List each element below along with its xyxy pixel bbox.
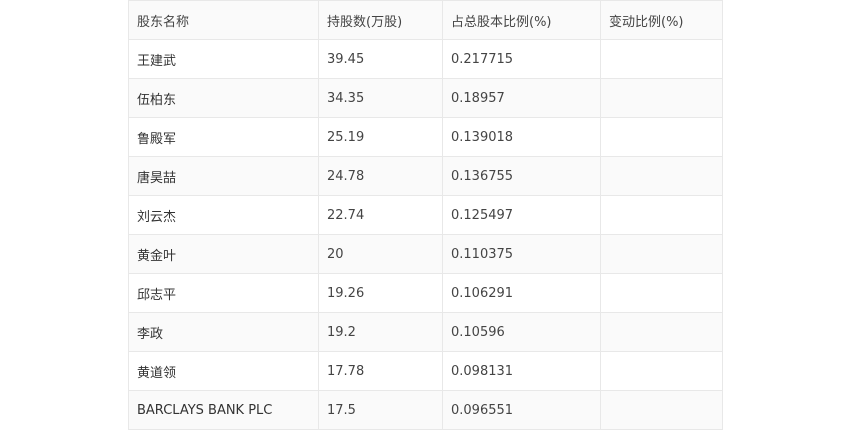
cell-change-ratio bbox=[600, 273, 723, 313]
header-share-ratio: 占总股本比例(%) bbox=[442, 0, 601, 40]
cell-shares-held: 22.74 bbox=[318, 195, 443, 235]
cell-change-ratio bbox=[600, 351, 723, 391]
cell-change-ratio bbox=[600, 117, 723, 157]
cell-shares-held: 17.5 bbox=[318, 390, 443, 430]
table-row: 邱志平 19.26 0.106291 bbox=[128, 273, 723, 313]
cell-share-ratio: 0.125497 bbox=[442, 195, 601, 235]
cell-shareholder-name: 李政 bbox=[128, 312, 319, 352]
cell-shareholder-name: 鲁殿军 bbox=[128, 117, 319, 157]
cell-share-ratio: 0.098131 bbox=[442, 351, 601, 391]
header-change-ratio: 变动比例(%) bbox=[600, 0, 723, 40]
cell-shareholder-name: 唐昊喆 bbox=[128, 156, 319, 196]
table-row: 鲁殿军 25.19 0.139018 bbox=[128, 117, 723, 157]
cell-shareholder-name: BARCLAYS BANK PLC bbox=[128, 390, 319, 430]
cell-shareholder-name: 伍柏东 bbox=[128, 78, 319, 118]
cell-shareholder-name: 黄道领 bbox=[128, 351, 319, 391]
table-row: 王建武 39.45 0.217715 bbox=[128, 39, 723, 79]
cell-share-ratio: 0.136755 bbox=[442, 156, 601, 196]
cell-change-ratio bbox=[600, 312, 723, 352]
cell-share-ratio: 0.10596 bbox=[442, 312, 601, 352]
cell-shares-held: 24.78 bbox=[318, 156, 443, 196]
cell-shares-held: 19.2 bbox=[318, 312, 443, 352]
cell-change-ratio bbox=[600, 78, 723, 118]
table-header: 股东名称 持股数(万股) 占总股本比例(%) 变动比例(%) bbox=[128, 0, 723, 40]
table-row: 伍柏东 34.35 0.18957 bbox=[128, 78, 723, 118]
header-shares-held: 持股数(万股) bbox=[318, 0, 443, 40]
table-row: 李政 19.2 0.10596 bbox=[128, 312, 723, 352]
cell-shares-held: 25.19 bbox=[318, 117, 443, 157]
cell-shareholder-name: 邱志平 bbox=[128, 273, 319, 313]
cell-share-ratio: 0.217715 bbox=[442, 39, 601, 79]
cell-shareholder-name: 黄金叶 bbox=[128, 234, 319, 274]
table-row: 黄金叶 20 0.110375 bbox=[128, 234, 723, 274]
table-row: 黄道领 17.78 0.098131 bbox=[128, 351, 723, 391]
table-body: 王建武 39.45 0.217715 伍柏东 34.35 0.18957 鲁殿军… bbox=[128, 39, 723, 430]
cell-change-ratio bbox=[600, 156, 723, 196]
shareholder-table: 股东名称 持股数(万股) 占总股本比例(%) 变动比例(%) 王建武 39.45… bbox=[128, 0, 723, 430]
table-row: BARCLAYS BANK PLC 17.5 0.096551 bbox=[128, 390, 723, 430]
cell-change-ratio bbox=[600, 390, 723, 430]
header-shareholder-name: 股东名称 bbox=[128, 0, 319, 40]
cell-share-ratio: 0.106291 bbox=[442, 273, 601, 313]
cell-shares-held: 19.26 bbox=[318, 273, 443, 313]
cell-shareholder-name: 王建武 bbox=[128, 39, 319, 79]
cell-share-ratio: 0.096551 bbox=[442, 390, 601, 430]
cell-shares-held: 34.35 bbox=[318, 78, 443, 118]
cell-share-ratio: 0.18957 bbox=[442, 78, 601, 118]
cell-change-ratio bbox=[600, 234, 723, 274]
cell-change-ratio bbox=[600, 195, 723, 235]
cell-shareholder-name: 刘云杰 bbox=[128, 195, 319, 235]
cell-change-ratio bbox=[600, 39, 723, 79]
cell-share-ratio: 0.139018 bbox=[442, 117, 601, 157]
table-row: 刘云杰 22.74 0.125497 bbox=[128, 195, 723, 235]
table-header-row: 股东名称 持股数(万股) 占总股本比例(%) 变动比例(%) bbox=[128, 0, 723, 40]
shareholder-table-container: 股东名称 持股数(万股) 占总股本比例(%) 变动比例(%) 王建武 39.45… bbox=[128, 0, 723, 430]
cell-shares-held: 39.45 bbox=[318, 39, 443, 79]
cell-shares-held: 20 bbox=[318, 234, 443, 274]
cell-share-ratio: 0.110375 bbox=[442, 234, 601, 274]
cell-shares-held: 17.78 bbox=[318, 351, 443, 391]
table-row: 唐昊喆 24.78 0.136755 bbox=[128, 156, 723, 196]
